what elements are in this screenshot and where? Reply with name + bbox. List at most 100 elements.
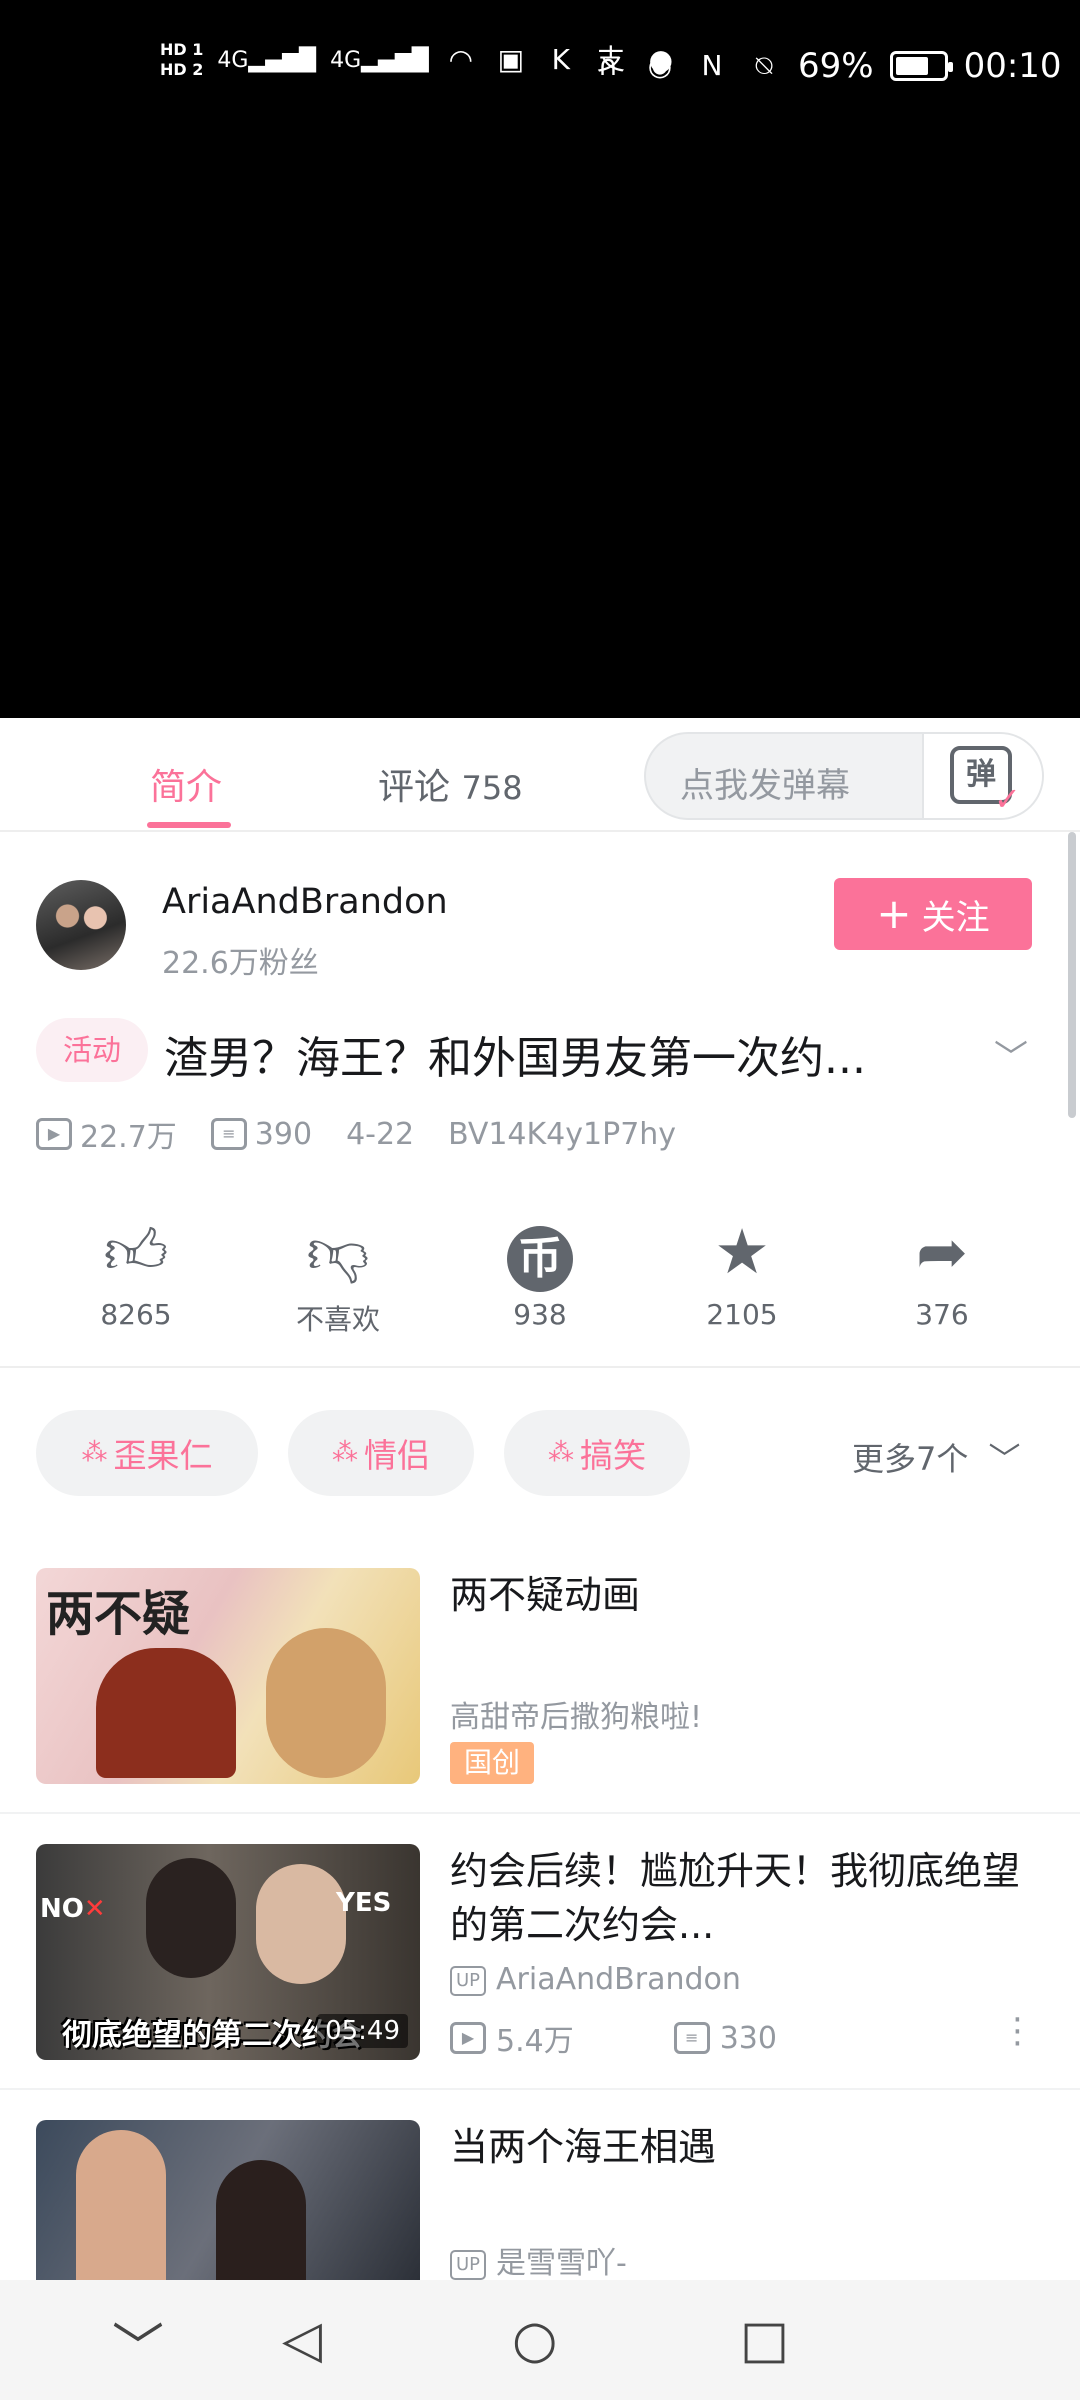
video-title: 渣男？海王？和外国男友第一次约... [164,1033,866,1084]
bvid-stat: BV14K4y1P7hy [448,1116,677,1152]
share-count: 376 [915,1298,969,1331]
divider [0,2088,1080,2090]
thumbnail-figure [76,2130,166,2280]
video-thumbnail[interactable]: NO✕ YES 彻底绝望的第二次约会 05:49 [36,1844,420,2060]
tag-dots-icon: ⁂ [548,1438,574,1468]
signal-icon: 4G▂▄▆█ [217,47,317,73]
danmaku-count-icon: ≡ [210,1118,247,1150]
nfc-icon: N [701,49,723,82]
sim1-label: HD 1 [160,40,204,59]
battery-icon [889,51,953,81]
thumbnail-figure [266,1628,386,1778]
coin-button[interactable]: 币 938 [480,1212,600,1331]
up-icon: UP [450,1965,487,1996]
tab-indicator [147,822,231,828]
danmaku-input[interactable]: 点我发弹幕 弹 ✓ [644,732,1044,820]
headphone-icon: ∩ [597,49,619,82]
tab-comments[interactable]: 评论 758 [378,758,523,810]
thumbnail-text: 两不疑 [46,1586,191,1642]
danmaku-toggle-button[interactable]: 弹 ✓ [922,734,1042,818]
danmaku-count-icon: ≡ [673,2022,710,2054]
video-thumbnail[interactable]: 两不疑 [36,1568,420,1784]
favorite-button[interactable]: ★ 2105 [682,1212,802,1331]
uploader-name: 是雪雪吖- [496,2246,627,2281]
video-thumbnail[interactable] [36,2120,420,2280]
like-button[interactable]: 👍︎ 8265 [76,1212,196,1331]
clock: 00:10 [963,46,1062,86]
star-icon: ★ [714,1215,770,1288]
dislike-label: 不喜欢 [295,1303,380,1336]
rec-views: 5.4万 [496,2024,574,2059]
tag-chip[interactable]: ⁂ 搞笑 [504,1410,690,1496]
date-stat: 4-22 [346,1116,415,1152]
tab-intro[interactable]: 简介 [150,758,222,810]
tab-bar: 简介 评论 758 点我发弹幕 弹 ✓ [0,718,1080,832]
activity-badge[interactable]: 活动 [36,1018,148,1082]
views-stat: ▶ 22.7万 [36,1112,177,1156]
more-options-icon[interactable]: · · · [1012,2003,1023,2061]
rec-title[interactable]: 当两个海王相遇 [450,2120,1050,2174]
back-icon[interactable]: ◁ [282,2310,322,2370]
thumbs-down-icon: 👎︎ [306,1215,370,1288]
chevron-down-icon: ﹀ [988,1440,1021,1478]
system-nav-bar: ﹀ ◁ ○ □ [0,2280,1080,2400]
thumbnail-figure [96,1648,236,1778]
plus-icon: + [876,889,912,938]
signal2-icon: 4G▂▄▆█ [330,47,429,73]
rec-uploader: UP AriaAndBrandon [450,1962,741,1997]
rec-title[interactable]: 约会后续！尴尬升天！我彻底绝望的第二次约会... [450,1844,1050,1952]
tag-chip[interactable]: ⁂ 情侣 [288,1410,474,1496]
up-icon: UP [450,2249,487,2280]
tag-dots-icon: ⁂ [81,1438,108,1468]
uploader-name[interactable]: AriaAndBrandon [162,882,448,922]
like-count: 8265 [100,1298,172,1331]
rec-badge: 国创 [450,1742,535,1784]
battery-percent: 69% [798,46,874,86]
coin-count: 938 [513,1298,567,1331]
uploader-name: AriaAndBrandon [496,1962,741,1997]
status-right: ∩ ◉ N ⍉ 69% 00:10 [590,46,1062,86]
rec-title[interactable]: 两不疑动画 [450,1568,1050,1622]
thumbnail-figure [146,1858,236,1978]
check-icon: ✓ [994,780,1021,818]
tag-label: 歪果仁 [113,1436,213,1475]
thumbnail-no-label: NO✕ [40,1894,106,1924]
danmaku-count: 390 [254,1116,313,1152]
follow-label: 关注 [921,897,990,938]
duration-label: 05:49 [317,2014,408,2048]
tab-comments-label: 评论 [378,767,451,808]
danmaku-stat: ≡ 390 [210,1116,313,1152]
tag-label: 情侣 [364,1436,430,1475]
status-bar: HD 1 HD 2 4G▂▄▆█ 4G▂▄▆█ ◠ ▣ K 支 ● ∩ ◉ N … [0,0,1080,136]
danmaku-placeholder: 点我发弹幕 [680,766,850,806]
rec-danmaku: 330 [719,2020,777,2056]
home-icon[interactable]: ○ [512,2310,557,2370]
scrollbar[interactable] [1068,832,1076,1118]
k-icon: K [551,43,571,76]
hide-keyboard-icon[interactable]: ﹀ [112,2306,164,2381]
dislike-button[interactable]: 👎︎ 不喜欢 [278,1212,398,1338]
uploader-fans: 22.6万粉丝 [162,946,319,981]
divider [0,1366,1080,1368]
recents-icon[interactable]: □ [740,2310,789,2370]
mute-icon: ⍉ [755,49,773,82]
share-arrow-icon: ➦ [916,1215,968,1288]
tag-chip[interactable]: ⁂ 歪果仁 [36,1410,258,1496]
divider [0,1812,1080,1814]
tv-icon: ▣ [497,43,525,76]
wifi-icon: ◠ [448,43,474,76]
battery-fill [895,57,928,75]
avatar[interactable] [36,880,126,970]
share-button[interactable]: ➦ 376 [882,1212,1002,1331]
tag-dots-icon: ⁂ [332,1438,358,1468]
play-icon: ▶ [450,2022,486,2054]
thumbs-up-icon: 👍︎ [103,1215,169,1288]
chevron-down-icon[interactable]: ﹀ [994,1030,1028,1079]
more-tags-button[interactable]: 更多7个 ﹀ [852,1434,1021,1480]
views-count: 22.7万 [80,1120,177,1155]
follow-button[interactable]: + 关注 [834,878,1032,950]
tag-label: 搞笑 [580,1436,646,1475]
favorite-count: 2105 [706,1298,778,1331]
thumbnail-figure [256,1864,346,1984]
play-icon: ▶ [36,1118,72,1150]
